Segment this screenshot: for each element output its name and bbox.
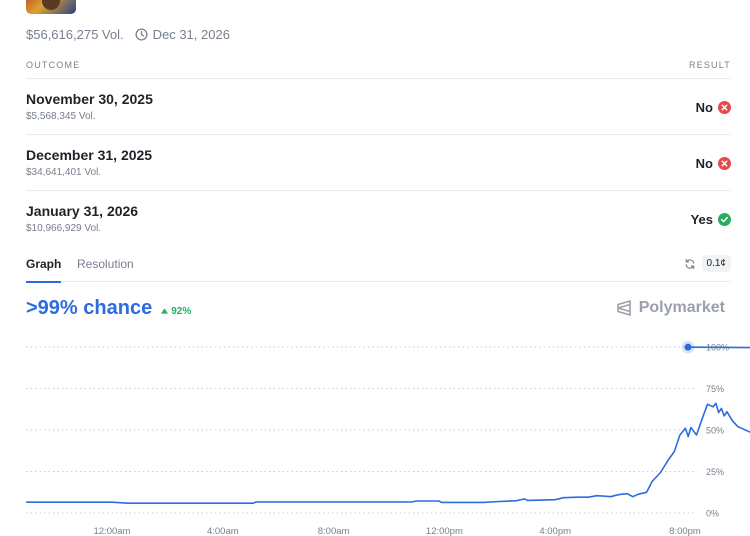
price-line [26, 346, 750, 504]
market-title-fragment [86, 0, 216, 2]
refresh-icon[interactable] [684, 257, 696, 275]
y-tick-label: 0% [706, 509, 719, 519]
outcome-name: January 31, 2026 [26, 203, 139, 219]
triangle-up-icon [161, 308, 169, 314]
tab-graph[interactable]: Graph [26, 257, 62, 283]
x-tick-label: 8:00pm [669, 526, 701, 536]
x-tick-label: 4:00pm [539, 526, 571, 536]
outcome-row[interactable]: November 30, 2025 $5,568,345 Vol. No [26, 78, 731, 134]
result-label: No [695, 156, 713, 171]
y-tick-label: 50% [706, 426, 724, 436]
result-label: Yes [690, 212, 713, 227]
price-chart[interactable]: 100%75%50%25%0%12:00am 4:00am 8:00am 12:00p… [0, 330, 750, 536]
y-tick-label: 25% [706, 467, 724, 477]
x-circle-icon [718, 101, 731, 114]
chance-change-value: 92% [171, 305, 192, 317]
outcome-volume: $10,966,929 Vol. [26, 223, 102, 234]
market-meta: $56,616,275 Vol. Dec 31, 2026 [26, 27, 230, 42]
polymarket-logo: Polymarket [615, 299, 725, 317]
denomination-toggle[interactable]: 0.1¢ [701, 255, 731, 272]
check-circle-icon [718, 213, 731, 226]
outcome-row[interactable]: January 31, 2026 $10,966,929 Vol. Yes [26, 190, 731, 246]
outcome-name: December 31, 2025 [26, 147, 153, 163]
current-point-marker [684, 343, 692, 351]
y-tick-label: 75% [706, 384, 724, 394]
outcome-volume: $34,641,401 Vol. [26, 167, 102, 178]
chart-tabs: Graph Resolution 0.1¢ [26, 250, 731, 283]
result-column-header: RESULT [688, 60, 731, 70]
chance-change: 92% [161, 306, 191, 317]
outcome-name: November 30, 2025 [26, 91, 153, 107]
tab-resolution[interactable]: Resolution [77, 257, 134, 271]
polymarket-icon [616, 300, 631, 316]
x-tick-label: 12:00pm [426, 526, 463, 536]
outcome-result: No [696, 156, 731, 171]
chance-value: >99% chance [26, 297, 153, 319]
outcome-column-header: OUTCOME [26, 60, 81, 70]
total-volume: $56,616,275 Vol. [26, 27, 124, 42]
brand-name: Polymarket [638, 299, 725, 316]
outcome-row[interactable]: December 31, 2025 $34,641,401 Vol. No [26, 134, 731, 190]
outcome-result: Yes [691, 212, 731, 227]
market-thumbnail [26, 0, 76, 14]
clock-icon [135, 28, 148, 41]
end-date: Dec 31, 2026 [152, 27, 230, 42]
x-tick-label: 4:00am [207, 526, 239, 536]
x-circle-icon [718, 157, 731, 170]
outcome-volume: $5,568,345 Vol. [26, 111, 96, 122]
result-label: No [695, 100, 713, 115]
outcome-result: No [696, 100, 731, 115]
x-tick-label: 8:00am [318, 526, 350, 536]
chance-summary: >99% chance 92% [26, 297, 191, 320]
x-tick-label: 12:00am [94, 526, 131, 536]
